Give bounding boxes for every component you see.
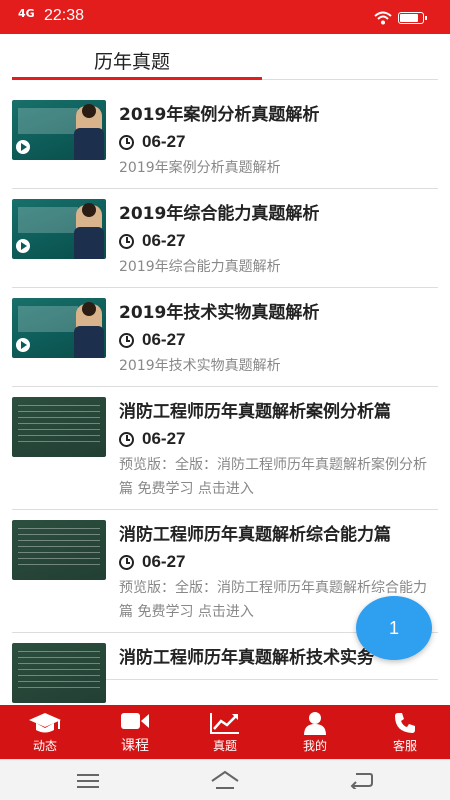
- date-row: 06-27: [119, 427, 432, 451]
- clock-time: 22:38: [44, 7, 85, 24]
- nav-item-past-exams[interactable]: 真题: [180, 705, 270, 759]
- item-date: 06-27: [142, 552, 186, 571]
- home-icon[interactable]: [210, 770, 240, 794]
- date-row: 06-27: [119, 130, 432, 154]
- item-title: 2019年综合能力真题解析: [119, 204, 320, 224]
- nav-label: 我的: [302, 738, 327, 753]
- tab-active-indicator: [12, 77, 262, 80]
- menu-icon[interactable]: [76, 773, 100, 793]
- item-title: 2019年技术实物真题解析: [119, 303, 320, 323]
- battery-icon: [398, 12, 427, 24]
- play-icon: [16, 140, 30, 154]
- person-icon: [303, 711, 327, 735]
- nav-label: 课程: [121, 738, 149, 754]
- clock-icon: [119, 431, 134, 447]
- date-row: 06-27: [119, 229, 432, 253]
- item-title: 2019年案例分析真题解析: [119, 105, 320, 125]
- list-item[interactable]: 消防工程师历年真题解析案例分析篇 06-27 预览版：全版：消防工程师历年真题解析案…: [12, 387, 438, 510]
- back-icon[interactable]: [350, 771, 374, 793]
- item-description: 2019年技术实物真题解析: [119, 358, 281, 374]
- item-title: 消防工程师历年真题解析案例分析篇: [119, 402, 391, 422]
- date-row: 06-27: [119, 328, 432, 352]
- nav-item-mine[interactable]: 我的: [270, 705, 360, 759]
- thumbnail-image: [12, 199, 106, 259]
- item-date: 06-27: [142, 330, 186, 349]
- item-date: 06-27: [142, 429, 186, 448]
- play-icon: [16, 239, 30, 253]
- play-icon: [16, 338, 30, 352]
- clock-icon: [119, 233, 134, 249]
- list-item[interactable]: 2019年技术实物真题解析 06-27 2019年技术实物真题解析: [12, 288, 438, 387]
- graduation-cap-icon: [28, 711, 62, 735]
- item-date: 06-27: [142, 132, 186, 151]
- item-description: 2019年综合能力真题解析: [119, 259, 281, 275]
- thumbnail-image: [12, 298, 106, 358]
- floating-badge-button[interactable]: 1: [356, 596, 432, 660]
- clock-icon: [119, 332, 134, 348]
- thumbnail-image: [12, 100, 106, 160]
- item-date: 06-27: [142, 231, 186, 250]
- list-item[interactable]: 2019年综合能力真题解析 06-27 2019年综合能力真题解析: [12, 189, 438, 288]
- tab-past-exams[interactable]: 历年真题: [94, 47, 170, 74]
- thumbnail-image: [12, 397, 106, 457]
- date-row: 06-27: [119, 550, 432, 574]
- clock-icon: [119, 134, 134, 150]
- video-camera-icon: [120, 709, 150, 733]
- nav-item-courses[interactable]: 课程: [90, 705, 180, 759]
- status-bar: 4G 22:38: [0, 0, 450, 34]
- nav-label: 动态: [32, 738, 57, 753]
- system-nav-bar: [0, 759, 450, 800]
- nav-label: 真题: [212, 738, 237, 753]
- thumbnail-image: [12, 643, 106, 703]
- thumbnail-image: [12, 520, 106, 580]
- nav-item-dynamics[interactable]: 动态: [0, 705, 90, 759]
- item-title: 消防工程师历年真题解析综合能力篇: [119, 525, 391, 545]
- bottom-nav: 动态 课程 真题 我的 客服: [0, 705, 450, 759]
- trend-chart-icon: [209, 711, 241, 735]
- phone-icon: [394, 711, 416, 735]
- nav-item-service[interactable]: 客服: [360, 705, 450, 759]
- item-description: 2019年案例分析真题解析: [119, 160, 281, 176]
- clock-icon: [119, 554, 134, 570]
- wifi-icon: [374, 10, 392, 29]
- item-description: 预览版：全版：消防工程师历年真题解析案例分析篇 免费学习 点击进入: [119, 457, 427, 497]
- tab-bar: 历年真题: [0, 34, 450, 82]
- network-indicator: 4G: [18, 7, 35, 20]
- nav-label: 客服: [392, 738, 417, 753]
- exam-list: 2019年案例分析真题解析 06-27 2019年案例分析真题解析 2019年综合能力…: [0, 90, 450, 703]
- list-item[interactable]: 2019年案例分析真题解析 06-27 2019年案例分析真题解析: [12, 90, 438, 189]
